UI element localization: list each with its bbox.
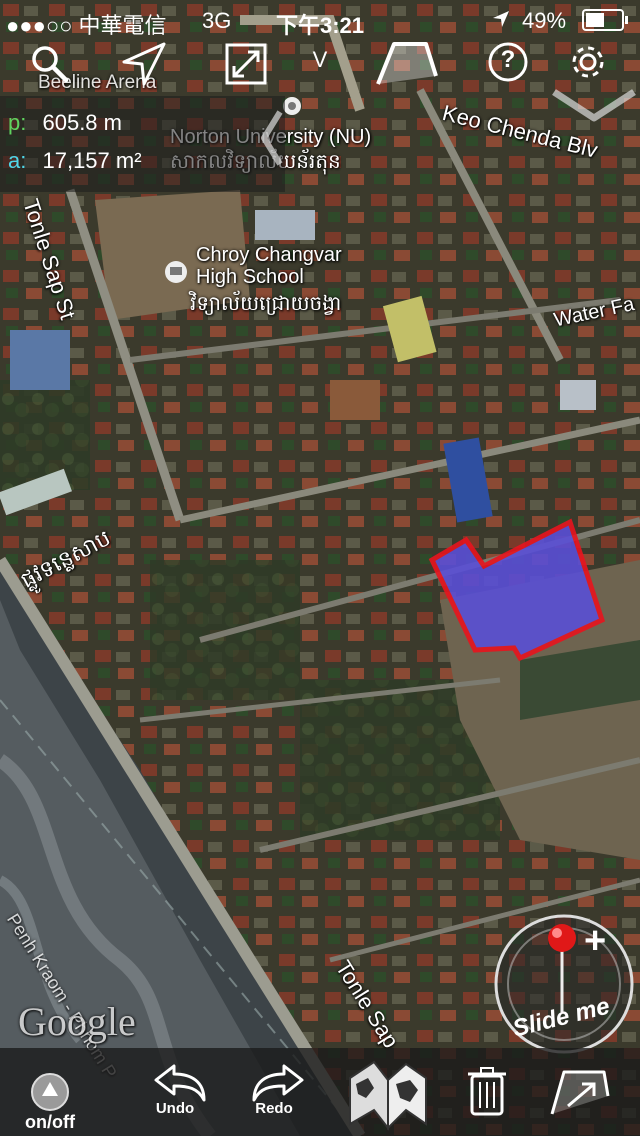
undo-label: Undo [155,1100,195,1117]
chevron-left-icon [261,110,283,166]
fullscreen-button[interactable] [222,40,270,88]
battery-icon [582,9,630,37]
share-button[interactable] [546,1048,616,1136]
onoff-button[interactable]: on/off [10,1048,90,1136]
polygon-shape-icon [376,42,438,85]
onoff-label: on/off [25,1112,75,1132]
area-value: 17,157 m² [42,148,142,173]
slide-me-control[interactable]: + Slide me [492,912,636,1056]
perimeter-key: p: [8,110,27,135]
map-label-chroy-khmer: វិទ្យាល័យជ្រោយចង្វា [190,293,342,315]
delete-button[interactable] [462,1048,512,1136]
redo-button[interactable]: Redo [238,1048,318,1136]
navigation-arrow-icon [122,42,166,86]
settings-button[interactable] [564,40,612,88]
carrier-text: ●●●○○ 中華電信 [6,13,167,38]
bottom-toolbar: on/off Undo Redo [0,1048,640,1136]
expand-icon [225,43,267,85]
redo-arrow-icon [252,1064,304,1102]
redo-label: Redo [255,1100,293,1117]
measurement-panel: p: 605.8 m a: 17,157 m² [0,96,285,192]
network-type: 3G [202,8,232,33]
search-icon [32,46,69,83]
help-symbol: ? [500,46,516,73]
collapse-panel-button[interactable] [256,108,286,168]
chevron-down-icon [552,89,636,122]
world-map-icon [349,1060,427,1131]
battery-percent: 49% [522,8,567,33]
undo-arrow-icon [154,1064,206,1102]
search-button[interactable] [26,40,74,88]
google-attribution: Google [18,999,136,1044]
gear-icon [572,46,604,78]
perimeter-value: 605.8 m [42,110,122,135]
trash-icon [468,1067,506,1116]
power-toggle-icon [31,1073,69,1111]
collapse-toolbar-button[interactable] [548,84,640,128]
map-type-button[interactable] [340,1048,436,1136]
status-bar: ●●●○○ 中華電信 3G 下午3:21 49% [0,0,640,40]
top-toolbar: V ? [0,40,640,88]
location-arrow-icon [492,8,510,34]
area-key: a: [8,148,27,173]
shape-tool-button[interactable] [374,40,440,88]
map-label-chroy-changvar: Chroy Changvar [196,244,342,266]
map-label-high-school: High School [196,266,304,288]
status-time: 下午3:21 [276,13,365,38]
undo-button[interactable]: Undo [140,1048,220,1136]
school-marker [165,261,187,283]
share-shape-icon [550,1070,610,1115]
help-button[interactable]: ? [484,40,532,88]
slide-plus: + [584,920,607,962]
locate-me-button[interactable] [120,40,168,88]
dropdown-toggle[interactable]: V [306,40,334,88]
